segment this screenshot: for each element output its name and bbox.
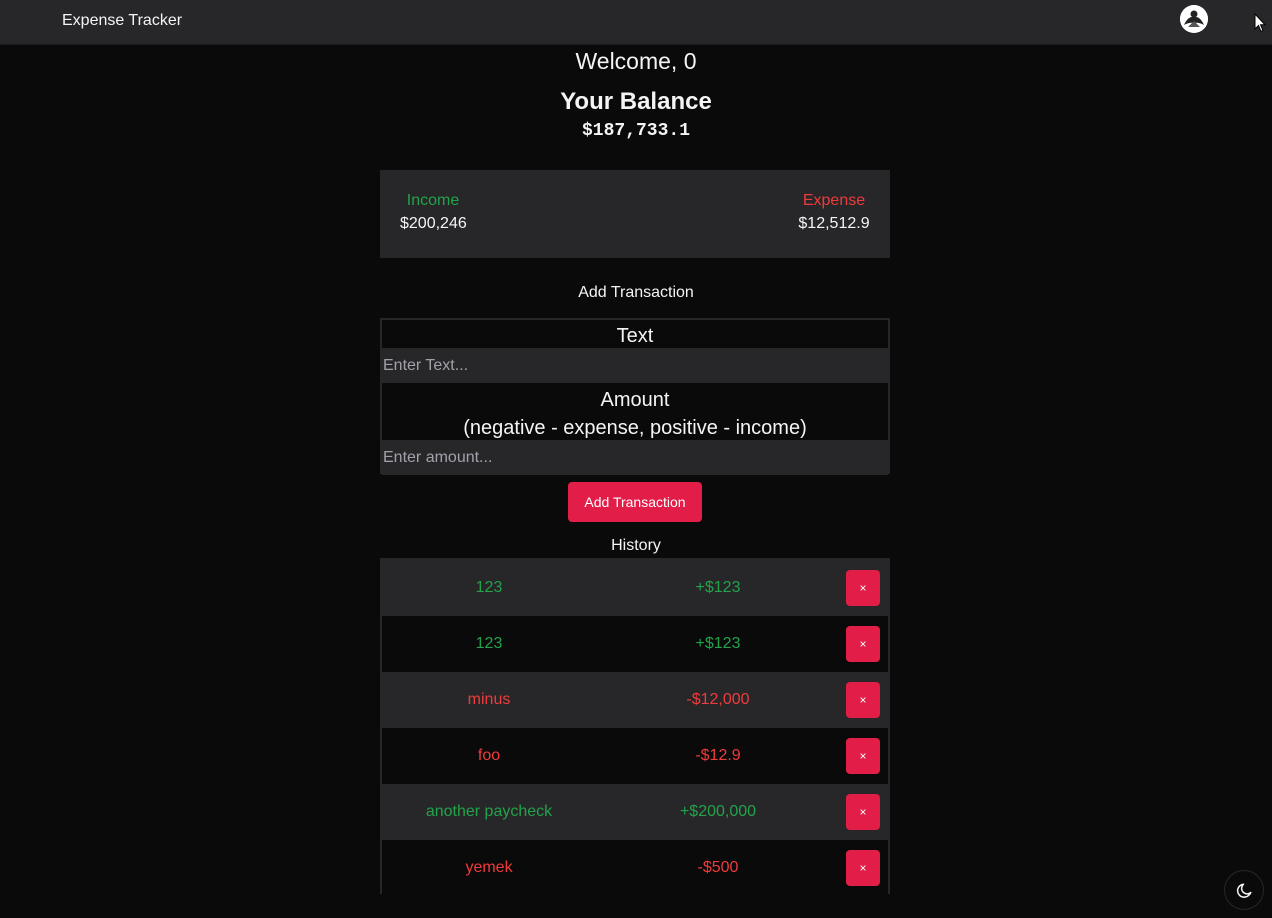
- income-summary: Income $200,246: [400, 192, 467, 233]
- delete-transaction-button[interactable]: ×: [846, 794, 880, 830]
- delete-transaction-button[interactable]: ×: [846, 850, 880, 886]
- expense-summary: Expense $12,512.9: [798, 192, 870, 233]
- welcome-message: Welcome, 0: [575, 48, 697, 74]
- history-item: 123 +$123 ×: [382, 616, 888, 672]
- add-transaction-form: Text Amount (negative - expense, positiv…: [380, 318, 890, 475]
- history-item: 123 +$123 ×: [382, 560, 888, 616]
- history-item: minus -$12,000 ×: [382, 672, 888, 728]
- balance-title: Your Balance: [560, 88, 712, 115]
- history-item-text: 123: [475, 579, 503, 596]
- history-heading: History: [611, 537, 661, 554]
- expense-label: Expense: [802, 192, 866, 209]
- add-transaction-heading: Add Transaction: [578, 284, 694, 301]
- amount-label-group: Amount (negative - expense, positive - i…: [382, 386, 888, 442]
- text-label: Text: [616, 325, 654, 347]
- income-value: $200,246: [400, 215, 467, 232]
- amount-label: Amount: [600, 389, 670, 411]
- delete-transaction-button[interactable]: ×: [846, 570, 880, 606]
- history-list: 123 +$123 × 123 +$123 × minus -$12,000 ×…: [380, 558, 890, 896]
- text-input[interactable]: [382, 348, 888, 383]
- history-item-text: another paycheck: [425, 803, 553, 820]
- balance-value: $187,733.1: [581, 121, 691, 141]
- user-avatar[interactable]: [1180, 5, 1208, 33]
- history-item: yemek -$500 ×: [382, 840, 888, 896]
- mouse-cursor-icon: [1254, 13, 1266, 33]
- theme-toggle-button[interactable]: [1224, 870, 1264, 910]
- delete-transaction-button[interactable]: ×: [846, 626, 880, 662]
- income-expense-summary: Income $200,246 Expense $12,512.9: [380, 170, 890, 258]
- history-item-amount: +$123: [695, 579, 741, 596]
- history-item-amount: -$12,000: [686, 691, 750, 708]
- history-item-text: yemek: [465, 859, 513, 876]
- app-title[interactable]: Expense Tracker: [62, 12, 182, 30]
- delete-transaction-button[interactable]: ×: [846, 682, 880, 718]
- amount-input[interactable]: [382, 440, 888, 475]
- add-transaction-button[interactable]: Add Transaction: [568, 482, 702, 522]
- moon-icon: [1236, 883, 1252, 898]
- history-item: foo -$12.9 ×: [382, 728, 888, 784]
- navbar: Expense Tracker: [0, 0, 1272, 45]
- history-item-amount: -$12.9: [695, 747, 741, 764]
- history-item-amount: +$123: [695, 635, 741, 652]
- delete-transaction-button[interactable]: ×: [846, 738, 880, 774]
- history-item: another paycheck +$200,000 ×: [382, 784, 888, 840]
- history-item-text: foo: [477, 747, 501, 764]
- amount-hint: (negative - expense, positive - income): [463, 417, 807, 439]
- income-label: Income: [406, 192, 460, 209]
- history-item-amount: +$200,000: [679, 803, 757, 820]
- history-item-text: 123: [475, 635, 503, 652]
- expense-value: $12,512.9: [798, 215, 870, 232]
- history-item-amount: -$500: [697, 859, 739, 876]
- avatar-image-icon: [1180, 5, 1208, 33]
- history-item-text: minus: [467, 691, 511, 708]
